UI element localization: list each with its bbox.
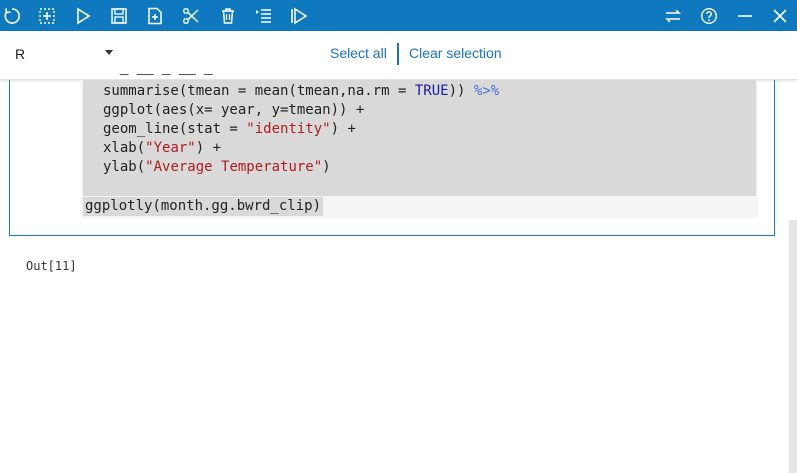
- clear-selection-link[interactable]: Clear selection: [409, 45, 502, 61]
- select-all-link[interactable]: Select all: [330, 45, 387, 61]
- help-icon[interactable]: [697, 4, 721, 28]
- code-line: ggplot(aes(x= year, y=tmean)) +: [103, 102, 365, 118]
- run-all-below-icon[interactable]: [287, 4, 311, 28]
- link-divider: [397, 43, 399, 65]
- cut-icon[interactable]: [179, 4, 203, 28]
- code-cell[interactable]: ▔ ▔▔ ▔ ▔▔ ▔ summarise(tmean = mean(tmean…: [9, 74, 775, 236]
- toolbar: [0, 0, 797, 31]
- code-line: summarise(tmean = mean(tmean,na.rm = TRU…: [103, 83, 500, 99]
- save-icon[interactable]: [107, 4, 131, 28]
- minimize-icon[interactable]: [733, 4, 757, 28]
- vertical-scrollbar[interactable]: [789, 220, 797, 473]
- code-editor[interactable]: ▔ ▔▔ ▔ ▔▔ ▔ summarise(tmean = mean(tmean…: [81, 74, 758, 218]
- code-line: geom_line(stat = "identity") +: [103, 121, 356, 137]
- sync-icon[interactable]: [661, 4, 685, 28]
- close-icon[interactable]: [768, 4, 792, 28]
- run-all-icon[interactable]: [252, 4, 276, 28]
- code-line: ylab("Average Temperature"): [103, 159, 331, 175]
- code-line: xlab("Year") +: [103, 140, 222, 156]
- run-icon[interactable]: [71, 4, 95, 28]
- restart-kernel-icon[interactable]: [0, 4, 24, 28]
- new-notebook-icon[interactable]: [143, 4, 167, 28]
- code-line-last: ggplotly(month.gg.bwrd_clip): [83, 197, 324, 216]
- insert-cell-icon[interactable]: [35, 4, 59, 28]
- chevron-down-icon[interactable]: [105, 50, 113, 55]
- selected-code: ▔ ▔▔ ▔ ▔▔ ▔ summarise(tmean = mean(tmean…: [83, 74, 756, 196]
- code-line-partial: ▔ ▔▔ ▔ ▔▔ ▔: [103, 74, 213, 80]
- output-label: Out[11]: [26, 259, 77, 273]
- delete-icon[interactable]: [216, 4, 240, 28]
- selection-bar: R Select all Clear selection: [0, 31, 797, 80]
- kernel-select[interactable]: R: [15, 46, 25, 62]
